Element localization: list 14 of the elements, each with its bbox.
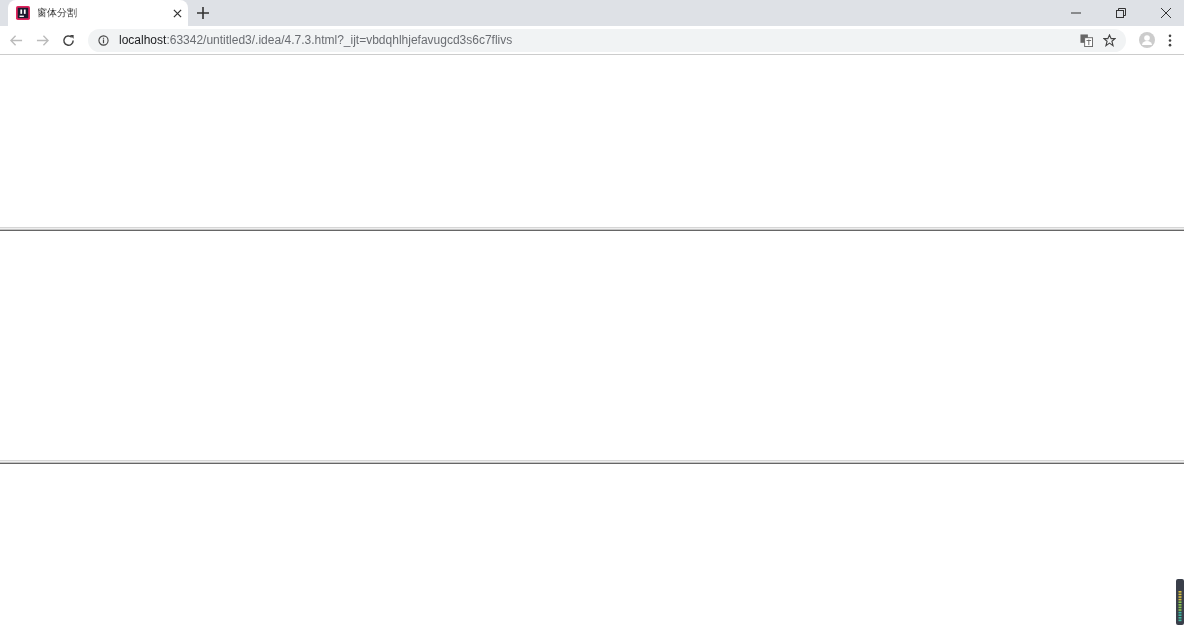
reload-icon[interactable] xyxy=(62,33,75,47)
close-icon[interactable] xyxy=(173,8,182,18)
close-icon[interactable] xyxy=(1161,8,1171,18)
new-tab-icon[interactable] xyxy=(197,7,209,19)
meter-icon xyxy=(1176,579,1184,625)
restore-icon[interactable] xyxy=(1116,8,1126,18)
info-icon xyxy=(98,34,109,46)
app-logo-icon xyxy=(16,6,30,20)
translate-icon[interactable] xyxy=(1080,33,1093,47)
menu-icon[interactable] xyxy=(1168,33,1172,47)
address-field[interactable]: localhost:63342/untitled3/.idea/4.7.3.html?_ijt=vbdqhlhjefavugcd3s6c7flivs xyxy=(88,28,1126,52)
browser-tab[interactable]: 窗体分割 xyxy=(8,0,188,26)
tab-title: 窗体分割 xyxy=(37,6,78,20)
star-icon[interactable] xyxy=(1103,33,1116,47)
